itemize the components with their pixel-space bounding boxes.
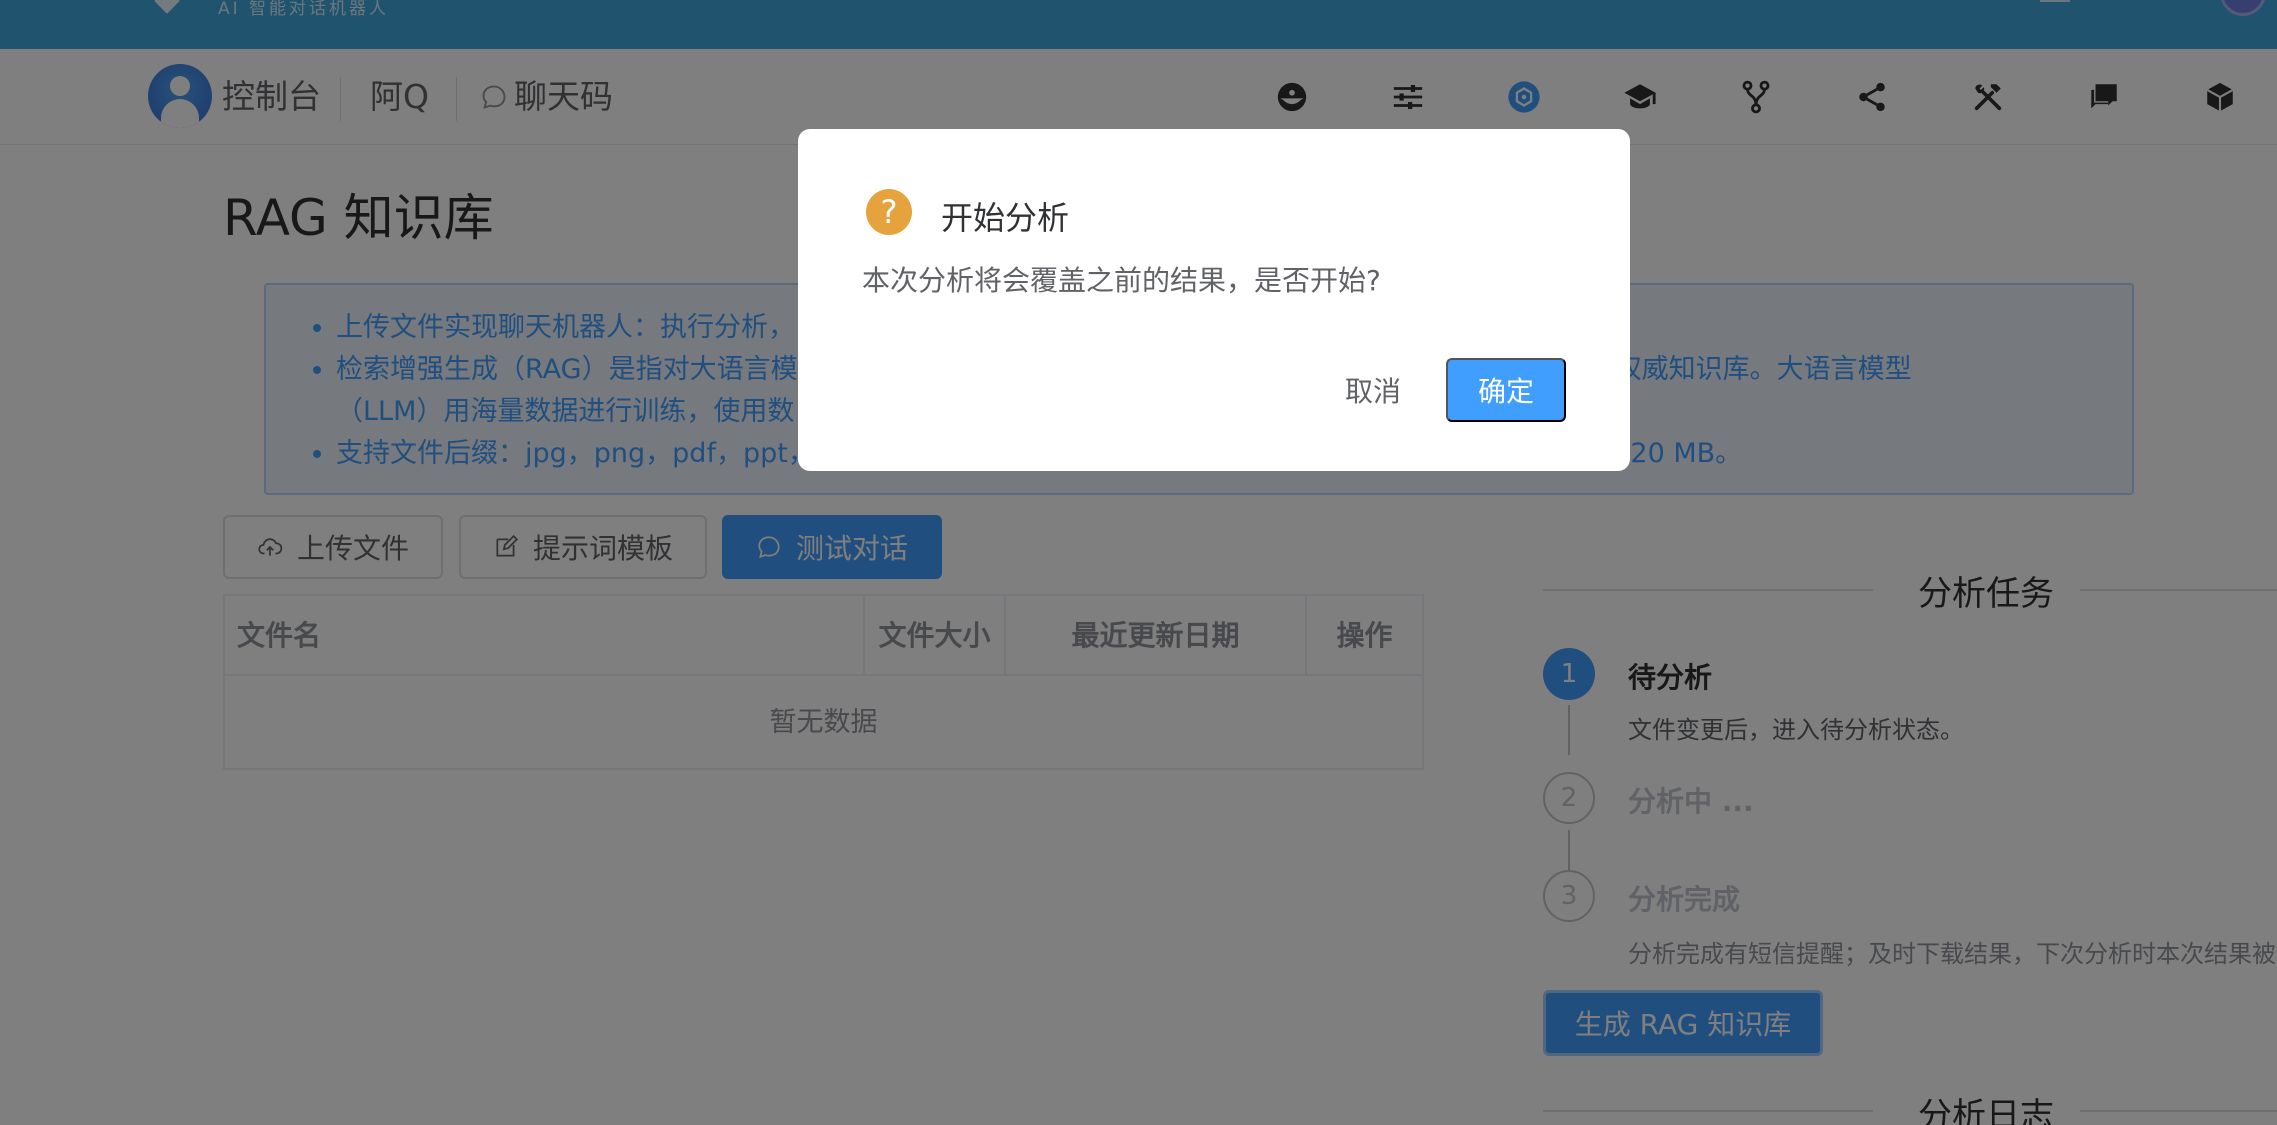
cancel-button[interactable]: 取消 [1318, 358, 1428, 422]
question-icon: ? [866, 189, 912, 235]
confirm-dialog: ? 开始分析 本次分析将会覆盖之前的结果，是否开始? 取消 确定 [798, 129, 1630, 471]
dialog-message: 本次分析将会覆盖之前的结果，是否开始? [862, 264, 1381, 297]
confirm-button[interactable]: 确定 [1446, 358, 1566, 422]
dialog-title: 开始分析 [941, 199, 1070, 237]
